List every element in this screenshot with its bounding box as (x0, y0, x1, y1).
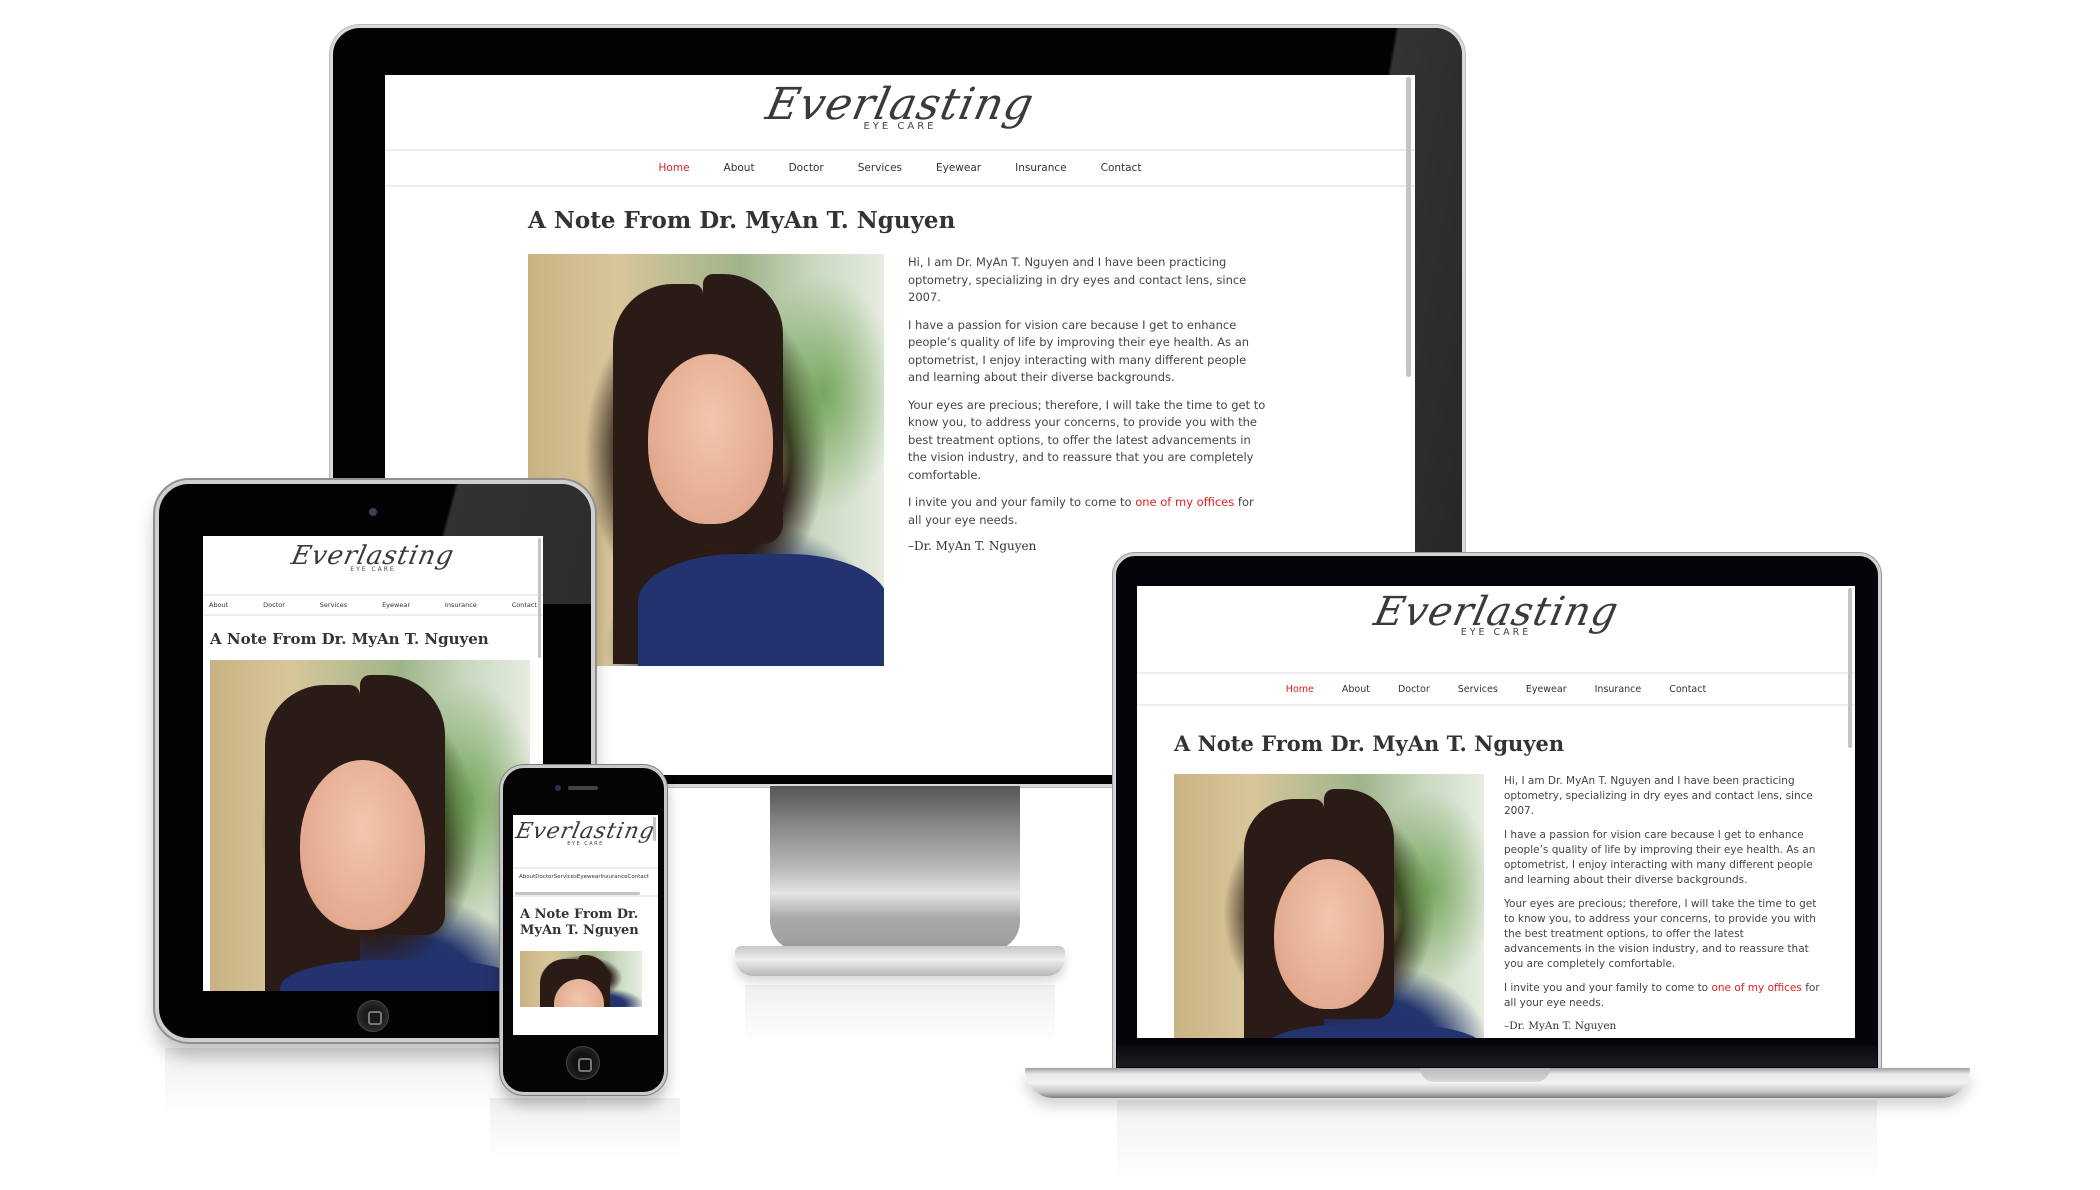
laptop-notch (1420, 1068, 1550, 1082)
stand-reflection (745, 985, 1055, 1045)
laptop-chin (1117, 1045, 1877, 1067)
paragraph: I have a passion for vision care because… (1504, 829, 1816, 886)
website-tablet: Everlasting EYE CARE About Doctor Servic… (203, 536, 543, 991)
monitor-stand (735, 786, 1065, 981)
main-nav: Home About Doctor Services Eyewear Insur… (1137, 672, 1855, 706)
laptop-screen: Everlasting EYE CARE Home About Doctor S… (1137, 586, 1855, 1038)
page-heading: A Note From Dr. MyAn T. Nguyen (210, 630, 489, 648)
logo-script: Everlasting (761, 79, 1039, 130)
horizontal-scrollbar[interactable] (515, 892, 640, 895)
nav-services[interactable]: Services (320, 601, 347, 609)
scrollbar[interactable] (1406, 77, 1411, 377)
nav-about[interactable]: About (724, 162, 755, 174)
website-phone: Everlasting EYE CARE About Doctor Servic… (513, 815, 658, 1007)
paragraph: Your eyes are precious; therefore, I wil… (908, 397, 1266, 482)
site-logo[interactable]: Everlasting EYE CARE (385, 75, 1415, 149)
doctor-photo (520, 951, 642, 1007)
vertical-scrollbar[interactable] (653, 817, 656, 841)
nav-services[interactable]: Services (858, 162, 902, 174)
nav-doctor[interactable]: Doctor (263, 601, 285, 609)
paragraph: Hi, I am Dr. MyAn T. Nguyen and I have b… (908, 255, 1247, 304)
photo-face (300, 760, 425, 930)
nav-home[interactable]: Home (659, 162, 690, 174)
nav-eyewear[interactable]: Eyewear (1526, 684, 1567, 695)
note-text: Hi, I am Dr. MyAn T. Nguyen and I have b… (1504, 774, 1824, 1038)
nav-services[interactable]: Services (554, 873, 577, 881)
paragraph: I have a passion for vision care because… (908, 317, 1250, 385)
site-logo[interactable]: Everlasting EYE CARE (513, 815, 658, 867)
heading-line-1: A Note From Dr. (520, 907, 639, 922)
tablet-screen: Everlasting EYE CARE About Doctor Servic… (203, 536, 543, 991)
phone-reflection (490, 1098, 680, 1158)
stand-neck (770, 786, 1020, 951)
site-logo[interactable]: Everlasting EYE CARE (1137, 586, 1855, 656)
offices-link[interactable]: one of my offices (1135, 495, 1234, 509)
heading-line-2: MyAn T. Nguyen (520, 923, 639, 938)
logo-script: Everlasting (288, 541, 458, 571)
main-nav: About Doctor Services Eyewear Insurance … (203, 594, 543, 616)
speaker-icon (568, 786, 598, 790)
home-button-icon[interactable] (566, 1046, 600, 1080)
paragraph: Your eyes are precious; therefore, I wil… (1504, 898, 1817, 970)
page-heading: A Note From Dr. MyAn T. Nguyen (528, 207, 956, 234)
home-button-icon[interactable] (357, 1000, 389, 1032)
page-heading: A Note From Dr. MyAn T. Nguyen (1174, 731, 1565, 756)
paragraph-invite: I invite you and your family to come to … (1504, 981, 1824, 1011)
photo-face (648, 354, 773, 524)
nav-about[interactable]: About (209, 601, 228, 609)
nav-doctor[interactable]: Doctor (1398, 684, 1430, 695)
main-nav: Home About Doctor Services Eyewear Insur… (385, 149, 1415, 187)
nav-contact[interactable]: Contact (628, 873, 649, 881)
main-content: A Note From Dr. MyAn T. Nguyen (210, 630, 530, 991)
nav-about[interactable]: About (1342, 684, 1370, 695)
laptop-reflection (1117, 1100, 1877, 1180)
signature: –Dr. MyAn T. Nguyen (1504, 1020, 1617, 1032)
scrollbar[interactable] (538, 538, 541, 658)
nav-doctor[interactable]: Doctor (535, 873, 553, 881)
nav-eyewear[interactable]: Eyewear (936, 162, 981, 174)
photo-face (1274, 859, 1384, 1009)
main-content: A Note From Dr. MyAn T. Nguyen (520, 907, 642, 1007)
website-desktop: Everlasting EYE CARE Home About Doctor S… (385, 75, 1415, 666)
nav-insurance[interactable]: Insurance (601, 873, 628, 881)
nav-services[interactable]: Services (1458, 684, 1498, 695)
site-logo[interactable]: Everlasting EYE CARE (203, 536, 543, 594)
photo-shirt (638, 554, 884, 666)
phone-screen: Everlasting EYE CARE About Doctor Servic… (513, 815, 658, 1035)
scrollbar[interactable] (1848, 588, 1852, 748)
nav-contact[interactable]: Contact (1669, 684, 1706, 695)
nav-contact[interactable]: Contact (512, 601, 537, 609)
stand-base (735, 946, 1065, 976)
nav-eyewear[interactable]: Eyewear (577, 873, 601, 881)
nav-home[interactable]: Home (1286, 684, 1314, 695)
nav-doctor[interactable]: Doctor (789, 162, 824, 174)
nav-insurance[interactable]: Insurance (1015, 162, 1067, 174)
doctor-photo (1174, 774, 1484, 1038)
nav-contact[interactable]: Contact (1101, 162, 1142, 174)
page-heading: A Note From Dr. MyAn T. Nguyen (520, 907, 642, 939)
signature: –Dr. MyAn T. Nguyen (908, 539, 1037, 553)
invite-text: I invite you and your family to come to (1504, 982, 1712, 994)
main-content: A Note From Dr. MyAn T. Nguyen Hi, I am … (1174, 731, 1834, 1038)
logo-script: Everlasting (1369, 589, 1623, 635)
invite-text: I invite you and your family to come to (908, 495, 1136, 509)
camera-icon (369, 508, 377, 516)
paragraph-invite: I invite you and your family to come to … (908, 494, 1268, 529)
nav-about[interactable]: About (519, 873, 535, 881)
nav-insurance[interactable]: Insurance (1595, 684, 1642, 695)
nav-eyewear[interactable]: Eyewear (382, 601, 410, 609)
paragraph: Hi, I am Dr. MyAn T. Nguyen and I have b… (1504, 775, 1813, 817)
offices-link[interactable]: one of my offices (1711, 982, 1801, 994)
logo-script: Everlasting (513, 819, 658, 844)
camera-icon (555, 785, 561, 791)
website-laptop: Everlasting EYE CARE Home About Doctor S… (1137, 586, 1855, 1038)
nav-insurance[interactable]: Insurance (445, 601, 477, 609)
doctor-photo (210, 660, 530, 991)
